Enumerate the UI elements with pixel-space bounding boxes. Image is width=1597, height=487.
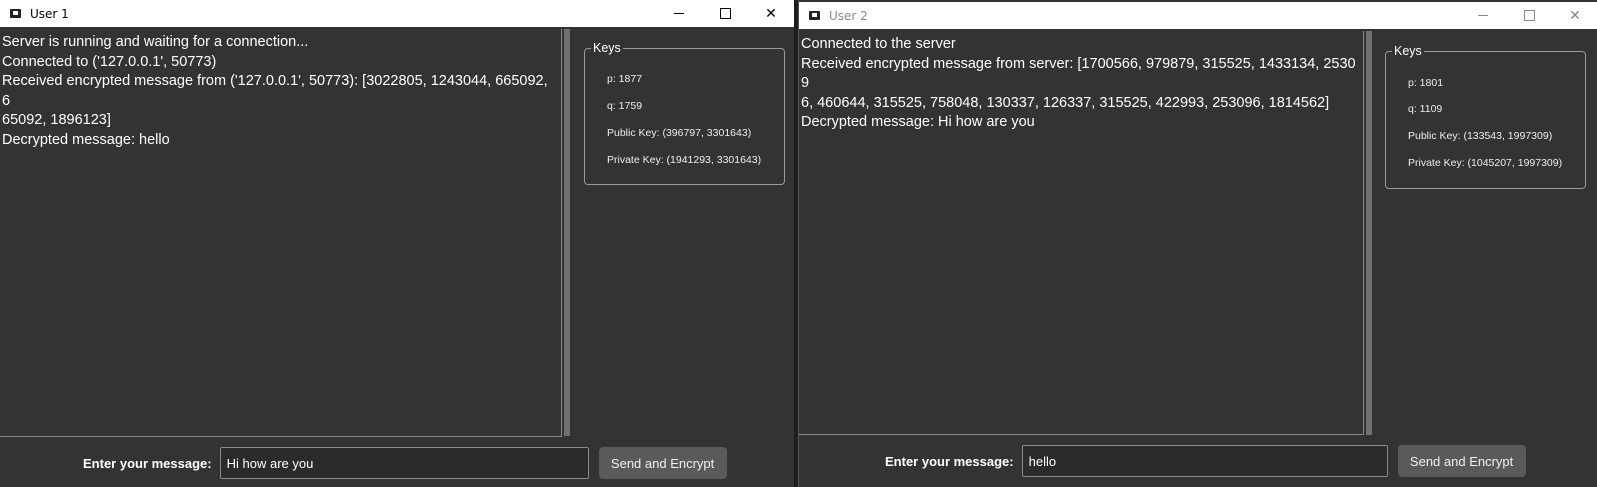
message-log[interactable]: Server is running and waiting for a conn… (0, 29, 562, 437)
close-button[interactable]: ✕ (1552, 2, 1597, 29)
message-input[interactable]: hello (1021, 445, 1388, 477)
user1-titlebar[interactable]: User 1 ✕ (0, 0, 794, 27)
app-icon (809, 11, 820, 20)
close-icon: ✕ (1569, 7, 1581, 24)
message-input[interactable]: Hi how are you (219, 447, 589, 479)
q-value: q: 1109 (1408, 103, 1443, 115)
window-title: User 2 (829, 8, 868, 23)
minimize-icon (1478, 15, 1488, 16)
send-encrypt-button[interactable]: Send and Encrypt (598, 447, 727, 479)
maximize-icon (1523, 10, 1535, 21)
maximize-button[interactable] (1506, 2, 1552, 29)
log-scrollbar[interactable] (564, 29, 570, 436)
private-key: Private Key: (1045207, 1997309) (1408, 157, 1563, 169)
public-key: Public Key: (396797, 3301643) (607, 127, 752, 139)
app-icon (10, 9, 21, 18)
public-key: Public Key: (133543, 1997309) (1408, 130, 1553, 142)
keys-panel: Keys p: 1877 q: 1759 Public Key: (396797… (584, 41, 785, 185)
keys-title: Keys (1392, 44, 1424, 58)
input-bar: Enter your message: hello Send and Encry… (799, 445, 1597, 477)
keys-panel: Keys p: 1801 q: 1109 Public Key: (133543… (1385, 44, 1586, 189)
private-key: Private Key: (1941293, 3301643) (607, 154, 762, 166)
log-scrollbar[interactable] (1366, 31, 1372, 435)
user2-window: User 2 ✕ Connected to the server Receive… (798, 0, 1597, 487)
p-value: p: 1877 (607, 73, 643, 85)
send-encrypt-button[interactable]: Send and Encrypt (1397, 445, 1526, 477)
p-value: p: 1801 (1408, 77, 1444, 89)
keys-title: Keys (591, 41, 623, 55)
close-button[interactable]: ✕ (748, 0, 794, 27)
user1-window: User 1 ✕ Server is running and waiting f… (0, 0, 794, 487)
maximize-icon (719, 8, 731, 19)
message-label: Enter your message: (885, 453, 1014, 469)
q-value: q: 1759 (607, 100, 643, 112)
close-icon: ✕ (765, 5, 777, 22)
minimize-button[interactable] (656, 0, 702, 27)
input-bar: Enter your message: Hi how are you Send … (0, 447, 794, 479)
minimize-button[interactable] (1460, 2, 1506, 29)
message-log[interactable]: Connected to the server Received encrypt… (799, 31, 1364, 435)
maximize-button[interactable] (702, 0, 748, 27)
window-title: User 1 (30, 6, 69, 21)
message-label: Enter your message: (83, 455, 212, 471)
user2-titlebar[interactable]: User 2 ✕ (799, 2, 1597, 29)
minimize-icon (674, 13, 684, 14)
